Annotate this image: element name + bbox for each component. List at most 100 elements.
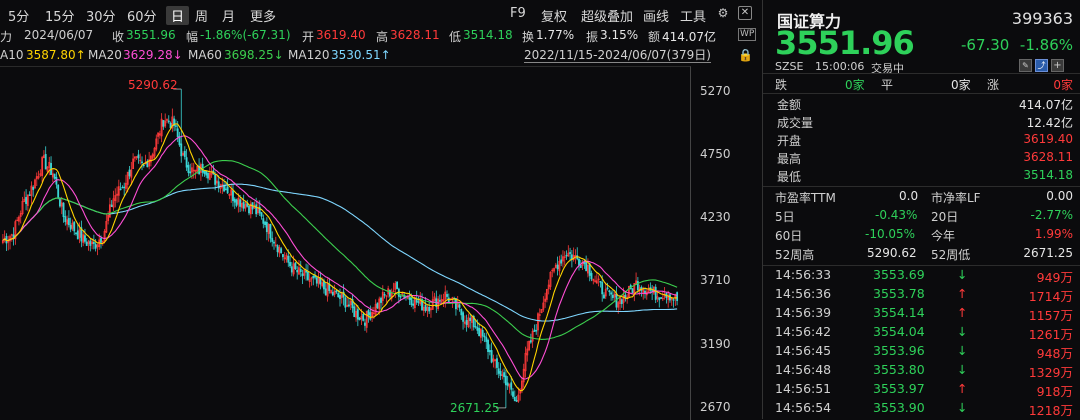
return-60d-value: -10.05% xyxy=(865,227,916,241)
wp-badge[interactable]: WP xyxy=(738,28,757,41)
tick-price: 3553.78 xyxy=(873,286,925,301)
candle-body xyxy=(487,339,489,352)
close-icon[interactable]: ✕ xyxy=(738,6,752,20)
tick-time: 14:56:54 xyxy=(775,400,832,415)
ma20-label: MA20 xyxy=(88,48,122,62)
candle-body xyxy=(16,219,19,222)
candle-body xyxy=(276,245,279,253)
adjust-button[interactable]: 复权 xyxy=(541,6,567,25)
candle-body xyxy=(294,262,297,270)
kline-plot[interactable] xyxy=(0,66,690,419)
ma120-value: 3530.51↑ xyxy=(331,48,391,62)
candle-body xyxy=(301,273,304,277)
arrow-up-icon: ↑ xyxy=(957,381,968,396)
lock-icon[interactable]: 🔒 xyxy=(738,48,753,62)
candle-body xyxy=(362,313,365,321)
candle-body xyxy=(339,295,341,299)
candle-body xyxy=(556,264,559,270)
period-30min-button[interactable]: 30分 xyxy=(86,6,116,25)
tick-volume: 918万 xyxy=(1036,384,1073,399)
candle-body xyxy=(412,303,415,306)
candle-body xyxy=(396,281,399,290)
candle-body xyxy=(654,286,657,300)
tick-volume: 1218万 xyxy=(1028,403,1073,418)
price-change: -67.30 xyxy=(961,36,1010,54)
candle-body xyxy=(110,204,113,207)
y-tick-label: 3710 xyxy=(700,273,731,288)
candle-body xyxy=(490,350,493,363)
candle-body xyxy=(331,291,334,296)
stat-label: 最低 xyxy=(777,170,802,184)
candle-body xyxy=(347,304,350,307)
draw-line-button[interactable]: 画线 xyxy=(643,6,669,25)
ma60-label: MA60 xyxy=(188,48,222,62)
candle-body xyxy=(123,186,126,189)
candle-body xyxy=(142,164,145,167)
settings-icon[interactable]: ⚙ xyxy=(716,6,730,20)
info-prefix: 力 xyxy=(0,30,13,44)
ma60-value: 3698.25↓ xyxy=(224,48,284,62)
edit-icon[interactable]: ✎ xyxy=(1019,59,1032,72)
tools-button[interactable]: 工具 xyxy=(680,6,706,25)
period-day-button[interactable]: 日 xyxy=(166,6,190,25)
candle-body xyxy=(601,282,604,295)
candle-body xyxy=(474,326,477,328)
candle-body xyxy=(399,295,402,298)
period-more-button[interactable]: 更多 xyxy=(250,6,276,25)
candle-body xyxy=(515,400,518,402)
f9-button[interactable]: F9 xyxy=(510,6,526,21)
pb-value: 0.00 xyxy=(1046,189,1073,203)
tick-time: 14:56:45 xyxy=(775,343,832,358)
add-icon[interactable]: + xyxy=(1051,59,1064,72)
quote-time: 15:00:06 xyxy=(815,60,865,73)
candle-body xyxy=(376,302,379,309)
tick-time: 14:56:48 xyxy=(775,362,832,377)
candle-body xyxy=(529,340,532,343)
candle-body xyxy=(335,290,338,293)
arrow-down-icon: ↓ xyxy=(957,362,968,377)
candle-body xyxy=(611,294,614,298)
tick-price: 3554.04 xyxy=(873,324,925,339)
fall-label: 跌 xyxy=(775,78,788,92)
candle-body xyxy=(569,252,572,254)
tick-volume: 949万 xyxy=(1036,270,1073,285)
candle-body xyxy=(513,397,516,402)
candle-body xyxy=(312,275,315,279)
candle-body xyxy=(242,202,245,209)
period-60min-button[interactable]: 60分 xyxy=(127,6,157,25)
period-5min-button[interactable]: 5分 xyxy=(8,6,29,25)
period-15min-button[interactable]: 15分 xyxy=(45,6,75,25)
candle-body xyxy=(579,265,582,268)
tick-price: 3553.97 xyxy=(873,381,925,396)
candle-body xyxy=(533,329,536,332)
candle-body xyxy=(590,272,593,280)
candle-body xyxy=(460,308,463,316)
candle-body xyxy=(438,300,441,302)
candle-body xyxy=(185,157,188,168)
share-icon[interactable]: ⤴ xyxy=(1035,59,1048,72)
candle-body xyxy=(676,292,679,301)
candle-body xyxy=(446,294,448,297)
date-range-label[interactable]: 2022/11/15-2024/06/07(379日) xyxy=(524,48,711,63)
period-toolbar: 5分 15分 30分 60分 日 周 月 更多 F9 复权 超级叠加 画线 工具… xyxy=(0,4,760,26)
candle-body xyxy=(620,299,623,305)
candle-body xyxy=(603,294,605,299)
low-52w-label: 52周低 xyxy=(931,248,971,262)
info-turnover: 1.77% xyxy=(536,28,575,42)
period-week-button[interactable]: 周 xyxy=(195,6,208,25)
candle-body xyxy=(44,154,47,170)
candle-body xyxy=(306,271,309,280)
y-tick-label: 3190 xyxy=(700,336,731,351)
candle-body xyxy=(606,287,609,290)
candle-body xyxy=(305,270,308,273)
stat-value: 3628.11 xyxy=(1023,150,1073,164)
arrow-down-icon: ↓ xyxy=(957,343,968,358)
candle-body xyxy=(290,266,293,273)
candle-body xyxy=(141,161,143,163)
super-overlay-button[interactable]: 超级叠加 xyxy=(581,6,633,25)
info-date: 2024/06/07 xyxy=(24,28,94,42)
stat-label: 开盘 xyxy=(777,134,802,148)
info-amplitude-label: 振 xyxy=(586,30,599,44)
candle-body xyxy=(481,330,484,337)
period-month-button[interactable]: 月 xyxy=(222,6,235,25)
